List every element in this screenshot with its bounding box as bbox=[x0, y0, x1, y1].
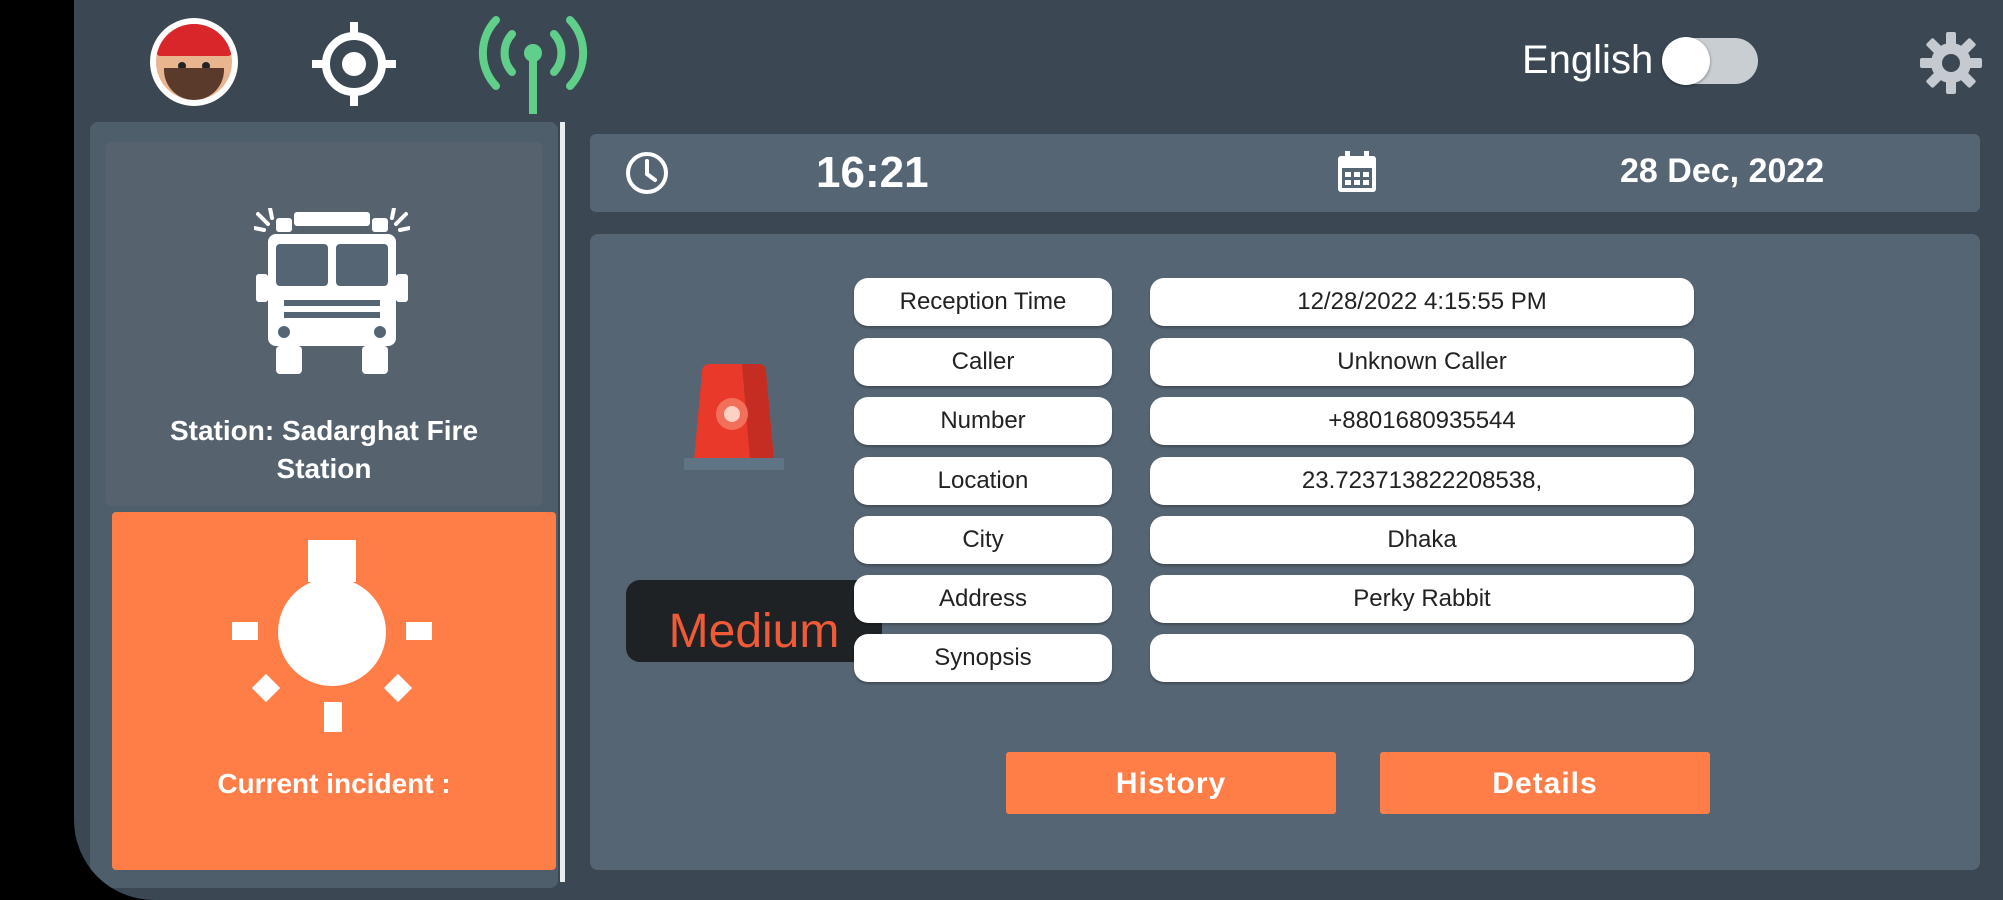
field-label-number: Number bbox=[854, 397, 1112, 445]
incident-details-card: Medium Reception Time 12/28/2022 4:15:55… bbox=[590, 234, 1980, 870]
details-button[interactable]: Details bbox=[1380, 752, 1710, 814]
current-incident-label: Current incident : bbox=[217, 768, 451, 799]
station-card: Station: Sadarghat Fire Station bbox=[106, 142, 542, 506]
language-label: English bbox=[1522, 38, 1654, 82]
siren-icon bbox=[684, 364, 784, 470]
target-icon[interactable] bbox=[310, 20, 398, 108]
bulb-icon bbox=[232, 540, 432, 732]
datetime-bar: 16:21 28 Dec, 2022 bbox=[590, 134, 1980, 212]
current-date: 28 Dec, 2022 bbox=[1620, 152, 1825, 190]
field-label-caller: Caller bbox=[854, 338, 1112, 386]
station-name: Station: Sadarghat Fire Station bbox=[169, 415, 479, 484]
clock-icon bbox=[626, 152, 668, 194]
app-frame: English Station: Sadarghat Fire Station … bbox=[74, 0, 2003, 900]
field-value-reception-time: 12/28/2022 4:15:55 PM bbox=[1150, 278, 1694, 326]
vertical-divider bbox=[560, 122, 565, 882]
field-label-address: Address bbox=[854, 575, 1112, 623]
field-value-address: Perky Rabbit bbox=[1150, 575, 1694, 623]
field-value-location: 23.723713822208538, bbox=[1150, 457, 1694, 505]
field-value-number: +8801680935544 bbox=[1150, 397, 1694, 445]
current-incident-card[interactable]: Current incident : bbox=[112, 512, 556, 870]
field-label-location: Location bbox=[854, 457, 1112, 505]
gear-icon[interactable] bbox=[1918, 30, 1984, 96]
sidebar: Station: Sadarghat Fire Station Current … bbox=[90, 122, 558, 888]
field-value-caller: Unknown Caller bbox=[1150, 338, 1694, 386]
toggle-knob bbox=[1662, 37, 1710, 85]
field-label-synopsis: Synopsis bbox=[854, 634, 1112, 682]
field-value-synopsis bbox=[1150, 634, 1694, 682]
current-time: 16:21 bbox=[816, 148, 929, 197]
signal-icon[interactable] bbox=[474, 8, 592, 116]
field-label-reception-time: Reception Time bbox=[854, 278, 1112, 326]
avatar-image bbox=[156, 24, 232, 100]
severity-badge: Medium bbox=[626, 580, 882, 662]
field-value-city: Dhaka bbox=[1150, 516, 1694, 564]
avatar[interactable] bbox=[150, 18, 238, 106]
language-toggle[interactable] bbox=[1662, 37, 1758, 85]
history-button[interactable]: History bbox=[1006, 752, 1336, 814]
field-label-city: City bbox=[854, 516, 1112, 564]
calendar-icon bbox=[1338, 151, 1376, 192]
fire-truck-icon bbox=[254, 208, 410, 374]
